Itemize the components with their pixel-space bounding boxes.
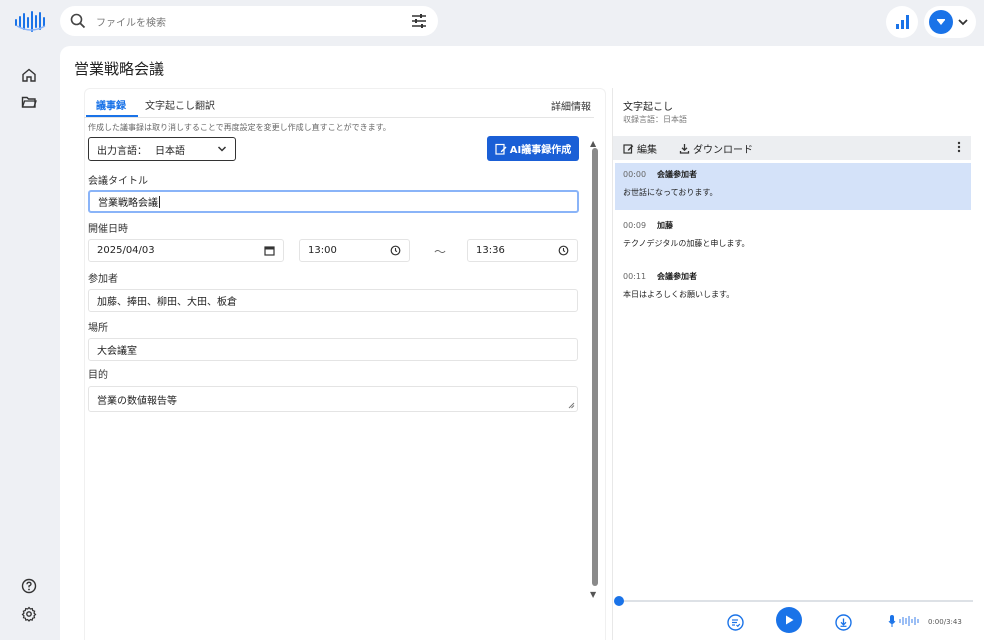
- gear-icon: [21, 606, 37, 622]
- scroll-up-arrow[interactable]: ▲: [590, 139, 596, 148]
- meeting-title-label: 会議タイトル: [88, 176, 148, 187]
- panel-divider: [612, 88, 613, 640]
- participants-value: 加藤、捧田、柳田、大田、板倉: [97, 297, 237, 308]
- playback-progress-knob[interactable]: [614, 596, 624, 606]
- hint-text: 作成した議事録は取り消しすることで再度設定を変更し作成し直すことができます。: [88, 123, 391, 132]
- segment-speaker: 加藤: [657, 221, 673, 230]
- meeting-datetime-label: 開催日時: [88, 224, 128, 235]
- clock-icon[interactable]: [390, 245, 401, 256]
- segment-time: 00:09: [623, 221, 647, 230]
- purpose-value: 営業の数値報告等: [97, 396, 177, 407]
- edit-button[interactable]: 編集: [623, 141, 657, 156]
- recording-language: 収録言語：日本語: [623, 115, 687, 124]
- nav-files[interactable]: [20, 93, 38, 111]
- minutes-card: [84, 88, 606, 640]
- ai-minutes-button[interactable]: AI議事録作成: [487, 136, 579, 161]
- download-label: ダウンロード: [693, 144, 753, 156]
- meeting-date-input[interactable]: 2025/04/03: [88, 239, 284, 262]
- chevron-down-icon[interactable]: [957, 16, 969, 28]
- playback-timecode: 0:00/3:43: [928, 618, 962, 626]
- transcript-toolbar: 編集 ダウンロード: [613, 136, 971, 160]
- nav-settings[interactable]: [20, 605, 38, 623]
- segment-time: 00:00: [623, 170, 647, 179]
- play-button[interactable]: [776, 607, 802, 633]
- place-value: 大会議室: [97, 346, 137, 357]
- more-menu-icon[interactable]: [957, 141, 961, 156]
- meeting-date-value: 2025/04/03: [97, 245, 155, 256]
- start-time-input[interactable]: 13:00: [299, 239, 410, 262]
- purpose-label: 目的: [88, 370, 108, 381]
- tab-transcript-translation[interactable]: 文字起こし翻訳: [145, 97, 215, 112]
- place-input[interactable]: 大会議室: [88, 338, 578, 361]
- playback-progress-track[interactable]: [618, 600, 973, 602]
- download-icon: [679, 143, 690, 154]
- participants-label: 参加者: [88, 274, 118, 285]
- stats-button[interactable]: [886, 6, 918, 38]
- audio-waveform: [888, 614, 924, 628]
- edit-document-icon: [495, 143, 507, 155]
- segment-text: テクノデジタルの加藤と申します。: [623, 239, 750, 248]
- end-time-value: 13:36: [476, 245, 505, 256]
- download-button[interactable]: ダウンロード: [679, 141, 753, 156]
- chevron-down-icon: [217, 146, 227, 152]
- transcript-segment[interactable]: 00:11 会議参加者 本日はよろしくお願いします。: [615, 265, 971, 312]
- folder-icon: [21, 96, 37, 108]
- time-range-separator: 〜: [434, 245, 447, 259]
- end-time-input[interactable]: 13:36: [467, 239, 578, 262]
- tab-bar: 議事録 文字起こし翻訳: [84, 94, 594, 118]
- user-avatar-icon[interactable]: [929, 10, 953, 34]
- segment-speaker: 会議参加者: [657, 272, 697, 281]
- meeting-title-input[interactable]: 営業戦略会議: [88, 190, 579, 213]
- transcript-segment[interactable]: 00:00 会議参加者 お世話になっております。: [615, 163, 971, 210]
- scrollbar-thumb[interactable]: [592, 148, 598, 586]
- detail-info-link[interactable]: 詳細情報: [551, 98, 591, 113]
- place-label: 場所: [88, 323, 108, 334]
- search-input[interactable]: ファイルを検索: [96, 14, 410, 29]
- playlist-check-icon: [726, 613, 744, 631]
- bar-chart-icon: [896, 15, 909, 29]
- output-language-select[interactable]: 出力言語： 日本語: [88, 137, 236, 161]
- clock-icon[interactable]: [558, 245, 569, 256]
- filter-icon[interactable]: [410, 12, 428, 30]
- output-language-label: 出力言語：: [97, 145, 147, 157]
- download-circle-icon: [834, 613, 852, 631]
- calendar-icon[interactable]: [264, 245, 275, 256]
- tab-divider: [84, 117, 594, 118]
- search-bar[interactable]: ファイルを検索: [60, 6, 438, 36]
- search-icon: [70, 13, 86, 29]
- start-time-value: 13:00: [308, 245, 337, 256]
- purpose-textarea[interactable]: 営業の数値報告等: [88, 386, 578, 412]
- transcript-view-button[interactable]: [726, 613, 744, 631]
- segment-time: 00:11: [623, 272, 647, 281]
- microphone-waveform-icon: [888, 615, 919, 627]
- tab-minutes[interactable]: 議事録: [96, 97, 126, 112]
- transcript-segment[interactable]: 00:09 加藤 テクノデジタルの加藤と申します。: [615, 214, 971, 261]
- account-menu[interactable]: [924, 6, 976, 38]
- help-icon: [21, 578, 37, 594]
- play-icon: [786, 615, 794, 625]
- page-title: 営業戦略会議: [74, 60, 165, 78]
- nav-home[interactable]: [20, 66, 38, 84]
- resize-handle-icon[interactable]: [568, 402, 575, 409]
- edit-icon: [623, 143, 634, 154]
- app-logo: [15, 11, 46, 32]
- nav-help[interactable]: [20, 577, 38, 595]
- segment-text: お世話になっております。: [623, 188, 718, 197]
- transcript-title: 文字起こし: [623, 102, 673, 113]
- segment-text: 本日はよろしくお願いします。: [623, 290, 735, 299]
- download-audio-button[interactable]: [834, 613, 852, 631]
- ai-minutes-button-label: AI議事録作成: [509, 145, 572, 156]
- home-icon: [22, 68, 36, 82]
- edit-label: 編集: [637, 144, 657, 156]
- scroll-down-arrow[interactable]: ▼: [590, 590, 596, 599]
- output-language-value: 日本語: [155, 145, 185, 157]
- meeting-title-value: 営業戦略会議: [98, 198, 158, 209]
- segment-speaker: 会議参加者: [657, 170, 697, 179]
- participants-input[interactable]: 加藤、捧田、柳田、大田、板倉: [88, 289, 578, 312]
